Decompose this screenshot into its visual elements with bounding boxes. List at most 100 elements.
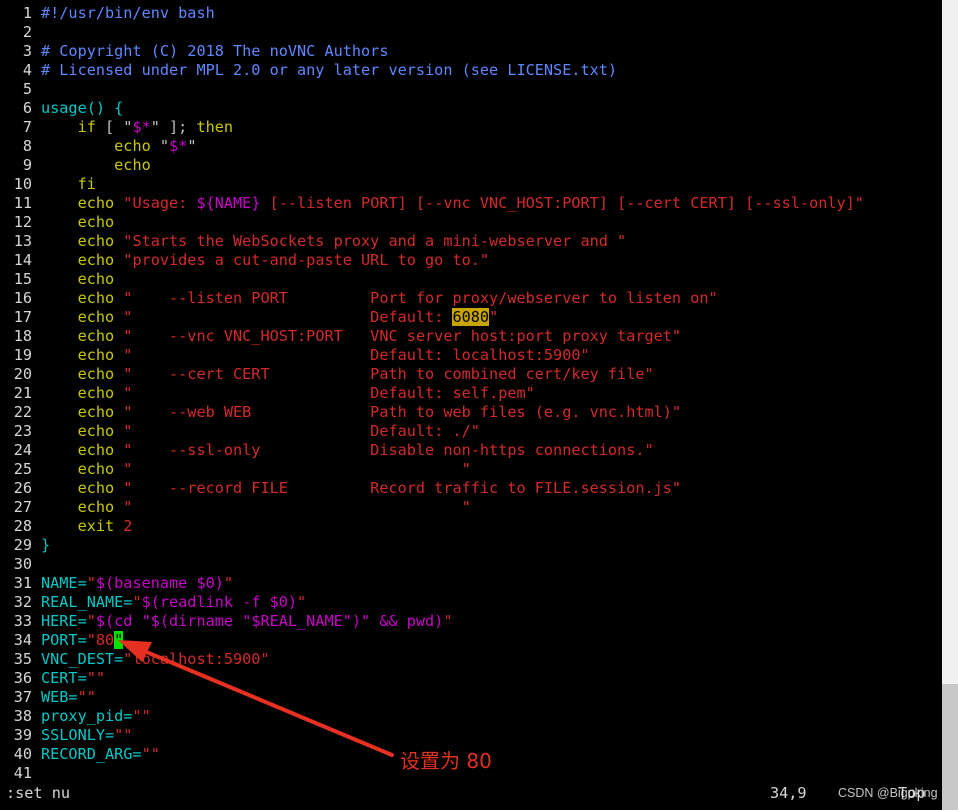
code-line[interactable]: 26 echo " --record FILE Record traffic t… [0, 479, 864, 498]
code-line[interactable]: 36 CERT="" [0, 669, 864, 688]
code-token: echo [77, 308, 115, 326]
code-token: $(basename $0) [95, 574, 224, 592]
line-number: 31 [13, 574, 32, 592]
code-token: CERT= [41, 669, 87, 687]
code-token: echo [77, 346, 115, 364]
code-line[interactable]: 18 echo " --vnc VNC_HOST:PORT VNC server… [0, 327, 864, 346]
line-number: 41 [13, 764, 32, 782]
code-token: " [132, 593, 142, 611]
code-line[interactable]: 21 echo " Default: self.pem" [0, 384, 864, 403]
code-line[interactable]: 31 NAME="$(basename $0)" [0, 574, 864, 593]
code-token: " --listen PORT Port for proxy/webserver… [114, 289, 718, 307]
code-token: echo [114, 156, 151, 174]
line-number: 24 [13, 441, 32, 459]
line-number: 11 [13, 194, 32, 212]
code-token: usage() { [41, 99, 124, 117]
code-token: " Default: localhost:5900" [114, 346, 590, 364]
line-number: 34 [13, 631, 32, 649]
code-token: " Default: self.pem" [114, 384, 535, 402]
line-number: 17 [13, 308, 32, 326]
code-line[interactable]: 33 HERE="$(cd "$(dirname "$REAL_NAME")" &… [0, 612, 864, 631]
code-line[interactable]: 32 REAL_NAME="$(readlink -f $0)" [0, 593, 864, 612]
code-line[interactable]: 22 echo " --web WEB Path to web files (e… [0, 403, 864, 422]
code-token: echo [77, 403, 115, 421]
code-token: $(readlink -f $0) [141, 593, 298, 611]
code-token: " Default: [114, 308, 453, 326]
code-token: "Starts the WebSockets proxy and a mini-… [114, 232, 627, 250]
code-line[interactable]: 7 if [ "$*" ]; then [0, 118, 864, 137]
code-line[interactable]: 8 echo "$*" [0, 137, 864, 156]
code-line[interactable]: 27 echo " " [0, 498, 864, 517]
code-token: echo [77, 365, 115, 383]
code-token: ${NAME} [196, 194, 261, 212]
code-line[interactable]: 12 echo [0, 213, 864, 232]
code-line[interactable]: 3 # Copyright (C) 2018 The noVNC Authors [0, 42, 864, 61]
code-token: NAME= [41, 574, 87, 592]
code-line[interactable]: 25 echo " " [0, 460, 864, 479]
code-token: " [150, 137, 170, 155]
code-line[interactable]: 37 WEB="" [0, 688, 864, 707]
line-number: 21 [13, 384, 32, 402]
code-line[interactable]: 28 exit 2 [0, 517, 864, 536]
code-line[interactable]: 6 usage() { [0, 99, 864, 118]
code-line[interactable]: 4 # Licensed under MPL 2.0 or any later v… [0, 61, 864, 80]
line-number: 9 [22, 156, 32, 174]
watermark: CSDN @Bigpking [838, 786, 938, 800]
code-line[interactable]: 10 fi [0, 175, 864, 194]
code-token: echo [77, 251, 115, 269]
code-token: echo [77, 327, 115, 345]
code-token: 6080 [452, 308, 490, 326]
line-number: 16 [13, 289, 32, 307]
line-number: 14 [13, 251, 32, 269]
code-token: " [187, 137, 197, 155]
code-token: # Licensed under MPL 2.0 or any later ve… [41, 61, 618, 79]
code-token: echo [77, 289, 115, 307]
code-token: WEB= [41, 688, 78, 706]
code-line[interactable]: 29} [0, 536, 864, 555]
code-token: # Copyright (C) 2018 The noVNC Authors [41, 42, 389, 60]
line-number: 38 [13, 707, 32, 725]
code-token: " --ssl-only Disable non-https connectio… [114, 441, 654, 459]
code-line[interactable]: 9 echo [0, 156, 864, 175]
code-line[interactable]: 17 echo " Default: 6080" [0, 308, 864, 327]
code-token: } [41, 536, 51, 554]
code-line[interactable]: 19 echo " Default: localhost:5900" [0, 346, 864, 365]
code-line[interactable]: 16 echo " --listen PORT Port for proxy/w… [0, 289, 864, 308]
code-token: "provides a cut-and-paste URL to go to." [114, 251, 490, 269]
code-line[interactable]: 5 [0, 80, 864, 99]
code-token: "Usage: [114, 194, 197, 212]
code-line[interactable]: 24 echo " --ssl-only Disable non-https c… [0, 441, 864, 460]
vim-editor[interactable]: 1 #!/usr/bin/env bash 2 3 # Copyright (C) 20… [0, 0, 942, 810]
code-lines[interactable]: 1 #!/usr/bin/env bash 2 3 # Copyright (C) 20… [0, 4, 864, 783]
cursor-position-ruler: 34,9 [770, 784, 807, 802]
code-line[interactable]: 34 PORT="80" [0, 631, 864, 650]
code-line[interactable]: 35 VNC_DEST="localhost:5900" [0, 650, 864, 669]
code-line[interactable]: 1 #!/usr/bin/env bash [0, 4, 864, 23]
code-line[interactable]: 39 SSLONLY="" [0, 726, 864, 745]
code-line[interactable]: 14 echo "provides a cut-and-paste URL to… [0, 251, 864, 270]
code-token: " --vnc VNC_HOST:PORT VNC server host:po… [114, 327, 682, 345]
code-line[interactable]: 38 proxy_pid="" [0, 707, 864, 726]
code-token: exit [77, 517, 115, 535]
line-number: 27 [13, 498, 32, 516]
code-line[interactable]: 2 [0, 23, 864, 42]
code-line[interactable]: 23 echo " Default: ./" [0, 422, 864, 441]
code-token: [--listen PORT] [--vnc VNC_HOST:PORT] [-… [260, 194, 864, 212]
code-token: "" [114, 726, 133, 744]
code-token: "" [141, 745, 160, 763]
code-line[interactable]: 15 echo [0, 270, 864, 289]
code-line[interactable]: 11 echo "Usage: ${NAME} [--listen PORT] … [0, 194, 864, 213]
command-line[interactable]: :set nu [6, 784, 70, 802]
code-line[interactable]: 30 [0, 555, 864, 574]
scrollbar-thumb[interactable] [942, 684, 958, 810]
code-line[interactable]: 13 echo "Starts the WebSockets proxy and… [0, 232, 864, 251]
code-token: " [86, 612, 96, 630]
code-line[interactable]: 20 echo " --cert CERT Path to combined c… [0, 365, 864, 384]
